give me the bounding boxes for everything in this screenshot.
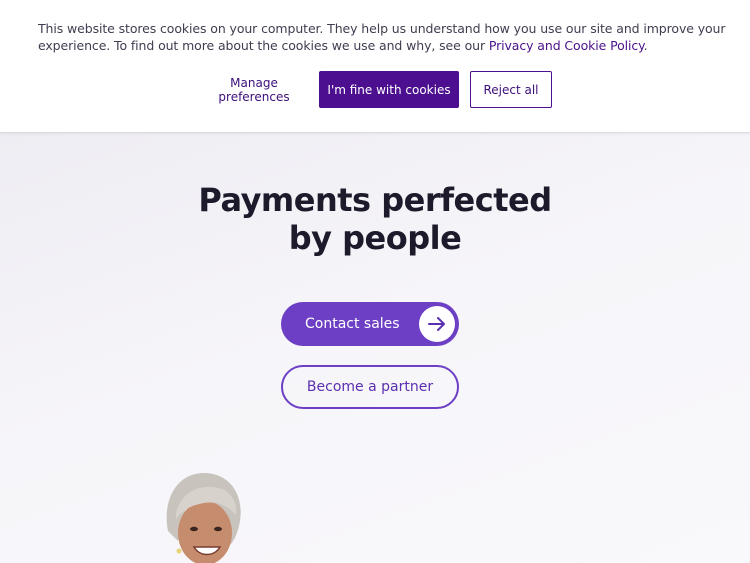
reject-all-button[interactable]: Reject all (470, 71, 552, 108)
hero-title-line1: Payments perfected (198, 181, 552, 219)
accept-cookies-button[interactable]: I'm fine with cookies (319, 71, 459, 108)
hero-section: Payments perfected by people Contact sal… (0, 133, 750, 563)
become-partner-button[interactable]: Become a partner (281, 365, 459, 409)
cookie-notice-end: . (643, 38, 648, 53)
manage-preferences-button[interactable]: Manage preferences (196, 71, 312, 108)
arrow-right-icon (419, 306, 455, 342)
contact-sales-label: Contact sales (305, 316, 400, 332)
hero-title-line2: by people (288, 219, 462, 257)
cookie-actions: Manage preferences I'm fine with cookies… (0, 71, 750, 108)
person-photo (158, 471, 248, 563)
privacy-policy-link[interactable]: Privacy and Cookie Policy (489, 38, 644, 53)
cookie-notice-text: This website stores cookies on your comp… (38, 20, 728, 54)
cookie-banner: This website stores cookies on your comp… (0, 0, 750, 133)
hero-title: Payments perfected by people (0, 181, 750, 257)
contact-sales-button[interactable]: Contact sales (281, 302, 459, 346)
